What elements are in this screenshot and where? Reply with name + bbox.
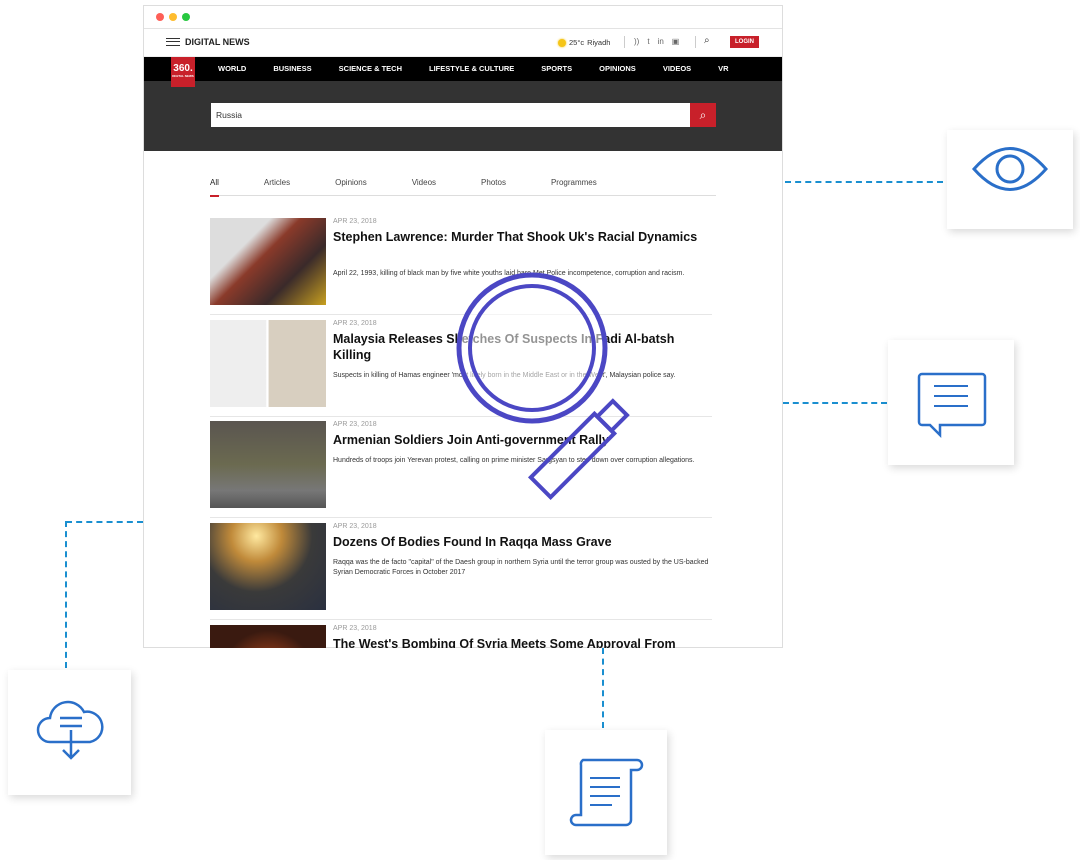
tab-videos[interactable]: Videos (412, 176, 436, 196)
article-title[interactable]: Dozens Of Bodies Found In Raqqa Mass Gra… (333, 534, 713, 550)
download-card (8, 670, 131, 795)
article-thumbnail[interactable] (210, 523, 326, 610)
article-thumbnail[interactable] (210, 421, 326, 508)
article-thumbnail[interactable] (210, 218, 326, 305)
article-thumbnail[interactable] (210, 320, 326, 407)
result-tabs: All Articles Opinions Videos Photos Prog… (210, 176, 716, 197)
article-thumbnail[interactable] (210, 625, 326, 648)
article-date: APR 23, 2018 (333, 320, 377, 327)
tab-articles[interactable]: Articles (264, 176, 290, 196)
eye-icon (972, 147, 1048, 191)
article-desc: Raqqa was the de facto "capital" of the … (333, 559, 709, 576)
logo-text: 360. (173, 63, 193, 74)
scroll-document-icon (569, 758, 644, 827)
article-date: APR 23, 2018 (333, 625, 377, 632)
cloud-download-icon (36, 700, 104, 760)
article-date: APR 23, 2018 (333, 421, 377, 428)
tab-programmes[interactable]: Programmes (551, 176, 597, 196)
magnifier-icon (456, 272, 630, 501)
article-title[interactable]: The West's Bombing Of Syria Meets Some A… (333, 636, 713, 648)
article-title[interactable]: Stephen Lawrence: Murder That Shook Uk's… (333, 229, 713, 245)
tab-all[interactable]: All (210, 176, 219, 197)
document-card (545, 730, 667, 855)
comment-card (888, 340, 1014, 465)
chat-icon (917, 372, 987, 439)
article-item[interactable]: APR 23, 2018 Dozens Of Bodies Found In R… (210, 518, 712, 620)
connector-line (66, 521, 143, 523)
connector-line (785, 181, 943, 183)
tab-photos[interactable]: Photos (481, 176, 506, 196)
view-card (947, 130, 1073, 229)
article-date: APR 23, 2018 (333, 218, 377, 225)
connector-line (65, 521, 67, 668)
tab-opinions[interactable]: Opinions (335, 176, 367, 196)
article-item[interactable]: APR 23, 2018 The West's Bombing Of Syria… (210, 620, 712, 648)
connector-line (783, 402, 887, 404)
logo[interactable]: 360. DIGITAL NEWS (171, 57, 195, 87)
logo-sub: DIGITAL NEWS (172, 74, 194, 78)
connector-line (602, 648, 604, 728)
article-date: APR 23, 2018 (333, 523, 377, 530)
